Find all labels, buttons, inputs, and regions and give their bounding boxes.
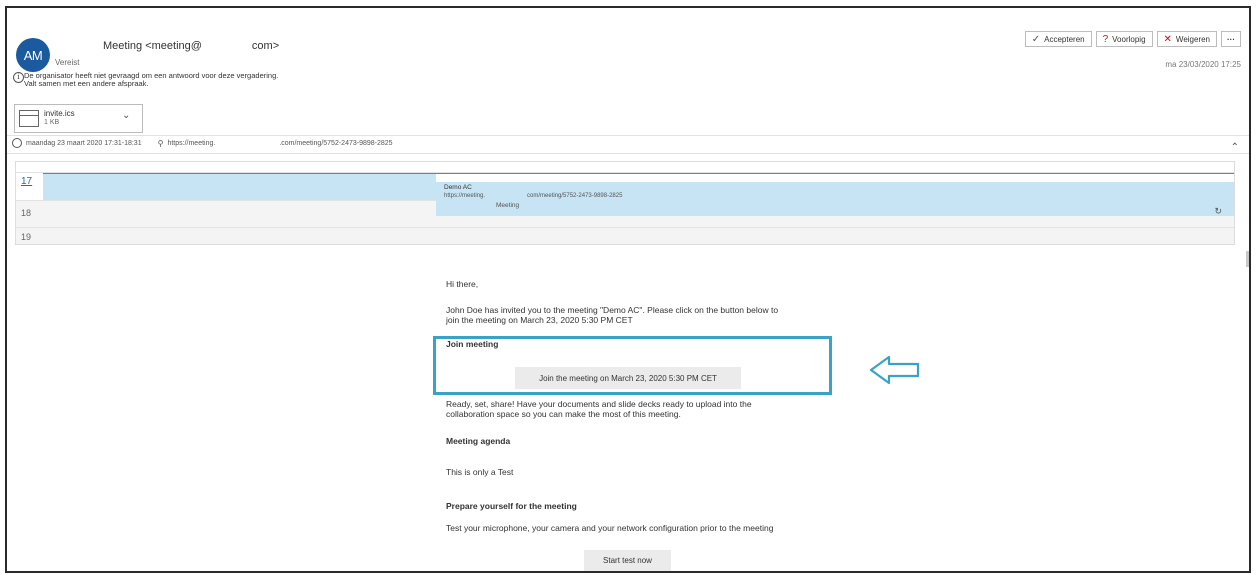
- decline-label: Weigeren: [1175, 34, 1210, 44]
- clock-icon: [12, 138, 22, 148]
- chevron-down-icon[interactable]: ⌄: [122, 110, 130, 121]
- info-message: De organisator heeft niet gevraagd om ee…: [24, 72, 278, 88]
- meeting-event-block[interactable]: [436, 182, 1234, 216]
- calendar-row-header: [16, 162, 1234, 173]
- recurring-icon: ↻: [1214, 206, 1222, 216]
- arrow-left-icon: [869, 355, 920, 385]
- ready-text: Ready, set, share! Have your documents a…: [446, 399, 826, 419]
- attachment-name: invite.ics: [44, 109, 75, 118]
- agenda-heading: Meeting agenda: [446, 436, 511, 446]
- decline-button[interactable]: ✕ Weigeren: [1156, 31, 1217, 47]
- join-meeting-button[interactable]: Join the meeting on March 23, 2020 5:30 …: [515, 367, 741, 389]
- received-date: ma 23/03/2020 17:25: [1165, 60, 1241, 69]
- ready-line-2: collaboration space so you can make the …: [446, 408, 681, 419]
- info-line-2: Valt samen met een andere afspraak.: [24, 79, 149, 88]
- prepare-text: Test your microphone, your camera and yo…: [446, 523, 774, 533]
- event-url-prefix: https://meeting.: [444, 193, 486, 199]
- scrollbar[interactable]: [1246, 251, 1249, 267]
- sender[interactable]: Meeting <meeting@ com>: [103, 40, 279, 52]
- tentative-label: Voorlopig: [1112, 34, 1146, 44]
- event-sub-text: Meeting: [496, 202, 520, 209]
- event-url: https://meeting. com/meeting/5752-2473-98…: [444, 193, 622, 199]
- meeting-time: maandag 23 maart 2020 17:31-18:31: [26, 139, 142, 147]
- avatar[interactable]: AM: [16, 38, 50, 72]
- calendar-file-icon: [19, 110, 39, 127]
- agenda-text: This is only a Test: [446, 467, 514, 477]
- chevron-up-icon[interactable]: ⌃: [1231, 142, 1239, 153]
- invite-line-2: join the meeting on March 23, 2020 5:30 …: [446, 314, 633, 325]
- meeting-details: maandag 23 maart 2020 17:31-18:31 ⚲ http…: [12, 138, 393, 148]
- calendar-preview: 17 18 19 Demo AC https://meeting. com/mee…: [15, 161, 1235, 245]
- greeting: Hi there,: [446, 279, 479, 289]
- attachment-card[interactable]: invite.ics 1 KB ⌄: [14, 104, 143, 133]
- calendar-row-19: 19: [16, 228, 1234, 244]
- event-title: Demo AC: [444, 184, 472, 191]
- accept-label: Accepteren: [1044, 34, 1085, 44]
- divider: [7, 153, 1249, 154]
- sender-suffix: com>: [251, 40, 280, 52]
- checkmark-icon: ✓: [1031, 33, 1041, 45]
- sender-prefix: Meeting <meeting@: [103, 40, 202, 52]
- meeting-location-prefix[interactable]: https://meeting.: [167, 140, 215, 147]
- start-test-button[interactable]: Start test now: [584, 550, 671, 571]
- hour-label: 19: [21, 232, 32, 242]
- divider: [7, 135, 1249, 136]
- invite-text: John Doe has invited you to the meeting …: [446, 305, 826, 325]
- attachment-size: 1 KB: [44, 119, 60, 126]
- tentative-button[interactable]: ? Voorlopig: [1095, 31, 1153, 47]
- hour-label: 17: [21, 176, 33, 187]
- info-icon: i: [13, 72, 24, 83]
- accept-button[interactable]: ✓ Accepteren: [1024, 31, 1092, 47]
- event-url-suffix: com/meeting/5752-2473-9898-2825: [527, 193, 623, 199]
- response-toolbar: ✓ Accepteren ? Voorlopig ✕ Weigeren ···: [1024, 31, 1241, 47]
- event-subtitle: Meeting: [444, 202, 519, 209]
- hour-label: 18: [21, 208, 32, 218]
- location-pin-icon: ⚲: [157, 138, 164, 148]
- close-icon: ✕: [1163, 33, 1172, 45]
- required-label: Vereist: [55, 58, 80, 67]
- prepare-heading: Prepare yourself for the meeting: [446, 501, 577, 511]
- more-actions-button[interactable]: ···: [1221, 31, 1241, 47]
- meeting-location-suffix[interactable]: .com/meeting/5752-2473-9898-2825: [279, 140, 392, 147]
- question-mark-icon: ?: [1102, 33, 1109, 45]
- email-reading-pane: AM Meeting <meeting@ com> Vereist i De or…: [5, 6, 1251, 573]
